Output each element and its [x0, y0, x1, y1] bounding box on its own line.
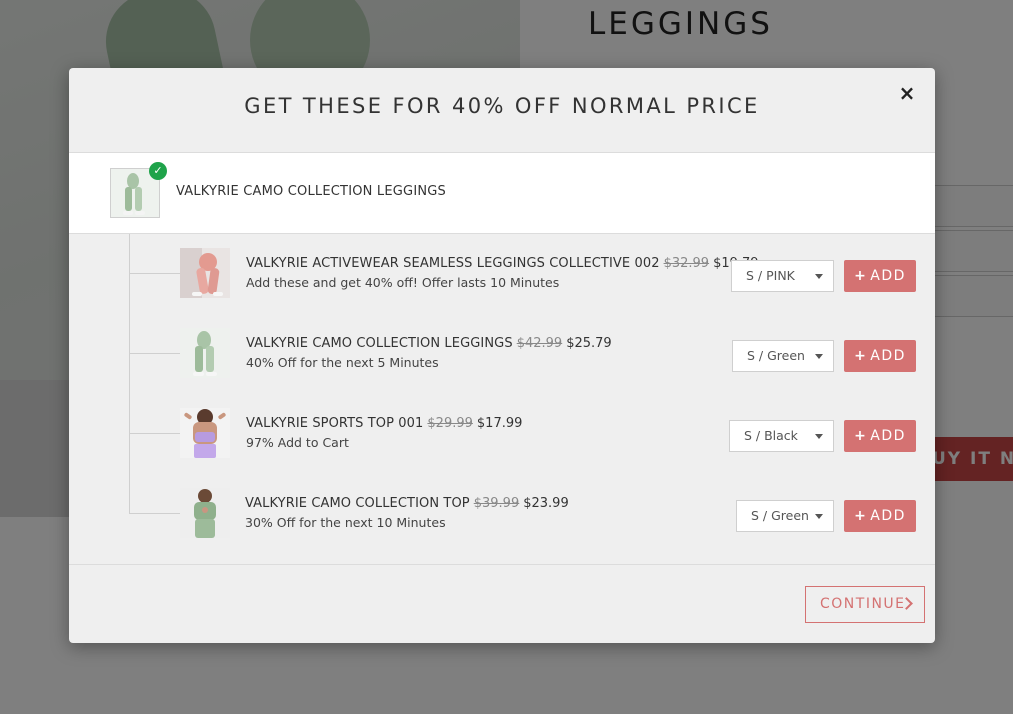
offer-note: 30% Off for the next 10 Minutes — [245, 515, 446, 530]
upsell-modal: GET THESE FOR 40% OFF NORMAL PRICE × ✓ V… — [69, 68, 935, 643]
original-price: $39.99 — [473, 496, 520, 511]
offer-thumbnail — [180, 488, 230, 538]
add-button-label: ADD — [870, 348, 906, 364]
variant-value: S / Black — [744, 428, 798, 443]
variant-select[interactable]: S / Green — [732, 340, 834, 372]
offer-note: Add these and get 40% off! Offer lasts 1… — [246, 275, 560, 290]
offer-name: VALKYRIE ACTIVEWEAR SEAMLESS LEGGINGS CO… — [246, 256, 660, 271]
variant-value: S / PINK — [746, 268, 795, 283]
chevron-down-icon — [815, 434, 823, 439]
sale-price: $17.99 — [476, 416, 523, 431]
offer-row: VALKYRIE SPORTS TOP 001 $29.99 $17.99 97% … — [69, 394, 935, 458]
offer-text: VALKYRIE SPORTS TOP 001 $29.99 $17.99 97% … — [246, 416, 522, 450]
main-product-name: VALKYRIE CAMO COLLECTION LEGGINGS — [176, 184, 447, 199]
add-button[interactable]: + ADD — [844, 500, 916, 532]
add-button[interactable]: + ADD — [844, 340, 916, 372]
original-price: $32.99 — [663, 256, 710, 271]
add-button[interactable]: + ADD — [844, 420, 916, 452]
offer-note: 97% Add to Cart — [246, 435, 349, 450]
offer-text: VALKYRIE ACTIVEWEAR SEAMLESS LEGGINGS CO… — [246, 256, 759, 290]
plus-icon: + — [854, 348, 868, 364]
pink-leggings-image — [180, 248, 230, 298]
tree-connector — [129, 433, 180, 434]
plus-icon: + — [854, 268, 868, 284]
offer-title-line: VALKYRIE CAMO COLLECTION LEGGINGS $42.99 $… — [246, 336, 612, 351]
variant-select[interactable]: S / Black — [729, 420, 834, 452]
tree-connector — [129, 513, 180, 514]
offer-name: VALKYRIE SPORTS TOP 001 — [246, 416, 424, 431]
plus-icon: + — [854, 428, 868, 444]
camo-top-image — [180, 488, 230, 538]
variant-select[interactable]: S / Green — [736, 500, 834, 532]
add-button-label: ADD — [870, 428, 906, 444]
offer-title-line: VALKYRIE SPORTS TOP 001 $29.99 $17.99 — [246, 416, 522, 431]
variant-select[interactable]: S / PINK — [731, 260, 834, 292]
main-product-row: ✓ VALKYRIE CAMO COLLECTION LEGGINGS — [69, 153, 935, 234]
offer-name: VALKYRIE CAMO COLLECTION LEGGINGS — [246, 336, 513, 351]
chevron-down-icon — [815, 274, 823, 279]
variant-value: S / Green — [751, 508, 809, 523]
add-button[interactable]: + ADD — [844, 260, 916, 292]
continue-button[interactable]: CONTINUE — [805, 586, 925, 623]
plus-icon: + — [854, 508, 868, 524]
variant-value: S / Green — [747, 348, 805, 363]
add-button-label: ADD — [870, 268, 906, 284]
offer-thumbnail — [180, 328, 230, 378]
sale-price: $23.99 — [523, 496, 569, 511]
close-icon[interactable]: × — [896, 82, 918, 104]
offer-name: VALKYRIE CAMO COLLECTION TOP — [245, 496, 470, 511]
tree-connector — [129, 353, 180, 354]
tree-connector — [129, 273, 180, 274]
offer-title-line: VALKYRIE CAMO COLLECTION TOP $39.99 $23.99 — [245, 496, 569, 511]
sports-top-image — [180, 408, 230, 458]
original-price: $42.99 — [516, 336, 563, 351]
offer-row: VALKYRIE CAMO COLLECTION TOP $39.99 $23.99… — [69, 474, 935, 538]
green-leggings-image — [180, 328, 230, 378]
offer-row: VALKYRIE ACTIVEWEAR SEAMLESS LEGGINGS CO… — [69, 234, 935, 298]
continue-button-label: CONTINUE — [820, 596, 906, 612]
chevron-down-icon — [815, 514, 823, 519]
offer-thumbnail — [180, 248, 230, 298]
offer-text: VALKYRIE CAMO COLLECTION LEGGINGS $42.99 $… — [246, 336, 612, 370]
offer-text: VALKYRIE CAMO COLLECTION TOP $39.99 $23.99… — [245, 496, 569, 530]
original-price: $29.99 — [427, 416, 473, 431]
offer-title-line: VALKYRIE ACTIVEWEAR SEAMLESS LEGGINGS CO… — [246, 256, 759, 271]
add-button-label: ADD — [870, 508, 906, 524]
modal-header: GET THESE FOR 40% OFF NORMAL PRICE × — [69, 68, 935, 153]
offer-note: 40% Off for the next 5 Minutes — [246, 355, 439, 370]
check-icon: ✓ — [149, 162, 167, 180]
modal-title: GET THESE FOR 40% OFF NORMAL PRICE — [244, 94, 760, 118]
offer-thumbnail — [180, 408, 230, 458]
chevron-down-icon — [815, 354, 823, 359]
sale-price: $25.79 — [566, 336, 612, 351]
offer-list: VALKYRIE ACTIVEWEAR SEAMLESS LEGGINGS CO… — [69, 234, 935, 565]
offer-row: VALKYRIE CAMO COLLECTION LEGGINGS $42.99 $… — [69, 314, 935, 378]
modal-footer: CONTINUE — [69, 564, 935, 643]
